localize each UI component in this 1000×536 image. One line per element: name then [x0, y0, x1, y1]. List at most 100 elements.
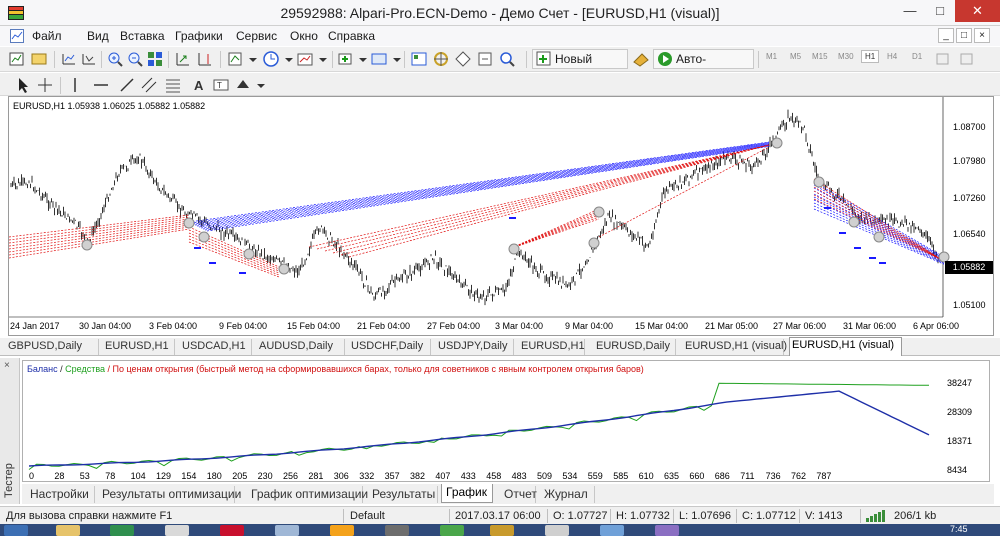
balance-x-label: 534 — [562, 471, 578, 481]
chart-tab[interactable]: EURUSD,H1 — [103, 339, 175, 355]
close-tester-button[interactable]: × — [4, 360, 10, 371]
status-profile: Default — [350, 510, 385, 522]
chart-tab[interactable]: USDCAD,H1 — [180, 339, 252, 355]
tester-tab-results[interactable]: Результаты — [368, 486, 438, 503]
indicators-icon[interactable] — [226, 50, 244, 68]
tester-tab-optimization-results[interactable]: Результаты оптимизации — [98, 486, 241, 503]
search-icon[interactable] — [498, 50, 516, 68]
chart-tab[interactable]: EURUSD,Daily — [594, 339, 676, 355]
chart-tab[interactable]: USDJPY,Daily — [436, 339, 514, 355]
chart-window-icon[interactable] — [10, 29, 24, 43]
chart-tab[interactable]: EURUSD,H1 (visual) — [683, 339, 787, 355]
start-icon[interactable] — [4, 525, 28, 536]
chart-tab[interactable]: GBPUSD,Daily — [6, 339, 99, 355]
connection-bars-icon[interactable] — [866, 510, 890, 522]
price-chart-canvas[interactable] — [9, 97, 993, 335]
menu-insert[interactable]: Вставка — [120, 29, 165, 43]
auto-scroll-icon[interactable] — [174, 50, 192, 68]
menu-help[interactable]: Справка — [328, 29, 375, 43]
menu-tools[interactable]: Сервис — [236, 29, 277, 43]
timeframe-m1[interactable]: M1 — [766, 52, 777, 61]
app-icon[interactable] — [600, 525, 624, 536]
timeframe-d1[interactable]: D1 — [912, 52, 922, 61]
cursor-icon[interactable] — [14, 76, 32, 94]
timeframe-mn-icon[interactable] — [958, 50, 976, 68]
templates-icon[interactable] — [296, 50, 314, 68]
buy-trade-line — [188, 141, 770, 223]
expert-advisors-icon[interactable] — [632, 50, 650, 68]
tester-tab-graph[interactable]: График — [441, 484, 493, 503]
fibonacci-icon[interactable] — [164, 76, 182, 94]
chart-shift-icon[interactable] — [196, 50, 214, 68]
new-window-icon[interactable] — [336, 50, 354, 68]
new-order-button[interactable]: Новый ордер — [532, 49, 628, 84]
terminal-icon[interactable] — [410, 50, 428, 68]
chart-tab[interactable]: AUDUSD,Daily — [257, 339, 345, 355]
chart-tab-active[interactable]: EURUSD,H1 (visual) — [789, 337, 902, 356]
tester-tab-journal[interactable]: Журнал — [540, 486, 595, 503]
crosshair-icon[interactable] — [36, 76, 54, 94]
timeframe-m15[interactable]: M15 — [812, 52, 828, 61]
data-window-icon[interactable] — [80, 50, 98, 68]
doc-minimize-button[interactable]: _ — [938, 28, 954, 43]
menu-view[interactable]: Вид — [87, 29, 109, 43]
text-label-icon[interactable]: T — [212, 76, 230, 94]
explorer-icon[interactable] — [56, 525, 80, 536]
balance-x-label: 585 — [613, 471, 629, 481]
menu-charts[interactable]: Графики — [175, 29, 223, 43]
tester-tab-report[interactable]: Отчет — [500, 486, 537, 503]
maximize-button[interactable]: □ — [925, 0, 955, 22]
chrome-icon[interactable] — [330, 525, 354, 536]
timeframe-h1[interactable]: H1 — [861, 50, 880, 63]
crosshair-nav-icon[interactable] — [432, 50, 450, 68]
horizontal-line-icon[interactable] — [92, 76, 110, 94]
metatrader-task-icon[interactable] — [490, 525, 514, 536]
chart-tab[interactable]: USDCHF,Daily — [349, 339, 431, 355]
tester-panel-handle[interactable]: × Тестер — [0, 358, 20, 504]
app-icon[interactable] — [165, 525, 189, 536]
doc-close-button[interactable]: × — [974, 28, 990, 43]
channel-icon[interactable] — [140, 76, 158, 94]
trend-line-icon[interactable] — [118, 76, 136, 94]
excel-icon[interactable] — [110, 525, 134, 536]
doc-restore-button[interactable]: □ — [956, 28, 972, 43]
menu-file[interactable]: Файл — [32, 29, 62, 43]
text-icon[interactable]: A — [190, 76, 208, 94]
new-chart-icon[interactable] — [8, 50, 26, 68]
market-icon[interactable] — [476, 50, 494, 68]
arrows-icon[interactable] — [234, 76, 252, 94]
tester-tab-optimization-graph[interactable]: График оптимизации — [247, 486, 368, 503]
timeframe-w1-icon[interactable] — [934, 50, 952, 68]
app-icon[interactable] — [275, 525, 299, 536]
close-button[interactable]: ✕ — [955, 0, 1000, 22]
timeframe-m30[interactable]: M30 — [838, 52, 854, 61]
app-icon[interactable] — [440, 525, 464, 536]
app-icon[interactable] — [545, 525, 569, 536]
periods-icon[interactable] — [262, 50, 280, 68]
zoom-out-icon[interactable] — [126, 50, 144, 68]
navigator-icon[interactable] — [370, 50, 388, 68]
timeframe-m5[interactable]: M5 — [790, 52, 801, 61]
app-icon[interactable] — [655, 525, 679, 536]
market-watch-icon[interactable] — [60, 50, 78, 68]
menu-window[interactable]: Окно — [290, 29, 318, 43]
chevron-down-icon[interactable] — [252, 76, 270, 94]
chart-tab[interactable]: EURUSD,H1 — [519, 339, 585, 355]
timeframe-h4[interactable]: H4 — [887, 52, 897, 61]
app-icon[interactable] — [220, 525, 244, 536]
profiles-icon[interactable] — [30, 50, 48, 68]
chevron-down-icon[interactable] — [244, 50, 262, 68]
balance-x-label: 407 — [435, 471, 451, 481]
minimize-button[interactable]: — — [895, 0, 925, 22]
zoom-in-icon[interactable] — [106, 50, 124, 68]
app-icon[interactable] — [385, 525, 409, 536]
tester-tabs: Настройки Результаты оптимизации График … — [22, 484, 994, 504]
price-chart[interactable]: EURUSD,H1 1.05938 1.06025 1.05882 1.0588… — [8, 96, 994, 336]
chevron-down-icon[interactable] — [314, 50, 332, 68]
strategy-tester-icon[interactable] — [454, 50, 472, 68]
toolbar-separator — [60, 77, 61, 94]
auto-trading-button[interactable]: Авто-торговля — [653, 49, 754, 84]
vertical-line-icon[interactable] — [66, 76, 84, 94]
tester-tab-settings[interactable]: Настройки — [26, 486, 95, 503]
tile-windows-icon[interactable] — [146, 50, 164, 68]
